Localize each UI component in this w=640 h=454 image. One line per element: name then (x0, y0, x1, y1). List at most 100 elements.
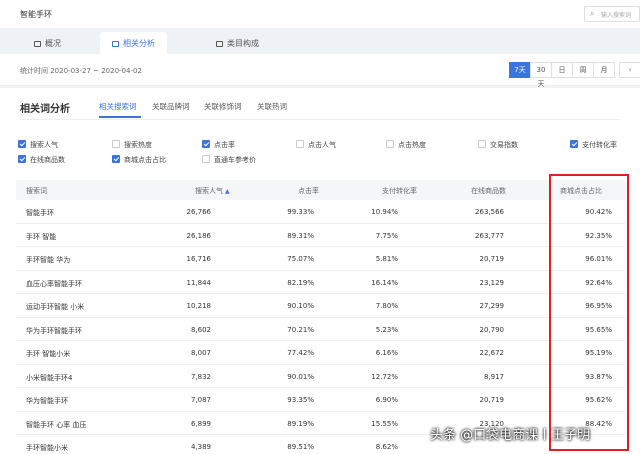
subtab-related-search[interactable]: 相关搜索词 (99, 101, 137, 112)
cell-ctr: 99.33% (287, 208, 314, 216)
cell-keyword[interactable]: 华为手环智能手环 (26, 326, 82, 336)
table-row[interactable]: 华为手环智能手环 8,602 70.21% 5.23% 20,790 95.65% (16, 318, 626, 341)
related-words-card: 相关词分析 相关搜索词 关联品牌词 关联修饰词 关联热词 搜索人气 搜索热度 点… (0, 88, 640, 454)
cell-ctr: 77.42% (287, 349, 314, 357)
subtab-hot[interactable]: 关联热词 (257, 101, 287, 112)
checkbox-checked-icon[interactable] (202, 140, 210, 148)
cell-pay-conversion: 12.72% (371, 372, 398, 381)
tab-overview[interactable]: 概况 (22, 32, 73, 54)
cell-ctr: 89.51% (287, 443, 314, 451)
cell-search-popularity: 16,716 (186, 255, 212, 263)
cell-keyword[interactable]: 手环智能 华为 (26, 255, 70, 265)
cell-keyword[interactable]: 手环 智能 (26, 232, 56, 242)
table-row[interactable]: 手环智能 华为 16,716 75.07% 5.81% 20,719 96.01% (16, 247, 626, 271)
cell-keyword[interactable]: 华为智能手环 (26, 396, 68, 406)
cell-keyword[interactable]: 小米智能手环4 (26, 373, 72, 383)
checkbox-checked-icon[interactable] (570, 140, 578, 148)
option-ctr[interactable]: 点击率 (202, 140, 235, 150)
option-online-items[interactable]: 在线商品数 (18, 155, 65, 165)
table-row[interactable]: 智能手环 26,766 99.33% 10.94% 263,566 90.42% (16, 200, 626, 224)
tab-icon (216, 41, 223, 47)
divider (20, 119, 620, 120)
option-search-heat[interactable]: 搜索热度 (112, 140, 152, 150)
checkbox-icon[interactable] (296, 140, 304, 148)
table-row[interactable]: 手环 智能 26,186 89.31% 7.75% 263,777 92.35% (16, 224, 626, 247)
col-search-popularity[interactable]: 搜索人气 ▲ (195, 186, 230, 196)
table-row[interactable]: 血压心率智能手环 11,844 82.19% 16.14% 23,129 92.64% (16, 271, 626, 294)
tab-icon (34, 41, 41, 47)
checkbox-icon[interactable] (112, 140, 120, 148)
tab-related-analysis[interactable]: 相关分析 (100, 32, 167, 54)
checkbox-icon[interactable] (478, 140, 486, 148)
main-tabs: 概况 相关分析 类目构成 (0, 28, 640, 54)
option-ztc-price[interactable]: 直通车参考价 (202, 155, 256, 165)
col-ctr[interactable]: 点击率 (298, 186, 319, 196)
search-icon: ⌕ (590, 9, 595, 18)
cell-search-popularity: 7,832 (190, 372, 211, 381)
cell-pay-conversion: 5.23% (375, 325, 398, 334)
tab-icon (112, 41, 119, 47)
checkbox-checked-icon[interactable] (18, 155, 26, 163)
checkbox-checked-icon[interactable] (18, 140, 26, 148)
checkbox-checked-icon[interactable] (112, 155, 120, 163)
option-trade-index[interactable]: 交易指数 (478, 140, 518, 150)
checkbox-icon[interactable] (386, 140, 394, 148)
cell-search-popularity: 10,218 (186, 302, 212, 310)
sort-icon[interactable]: ▲ (225, 188, 230, 195)
table-row[interactable]: 手环 智能小米 8,007 77.42% 6.16% 22,672 95.19% (16, 341, 626, 365)
highlight-box (549, 174, 629, 451)
cell-keyword[interactable]: 血压心率智能手环 (26, 279, 82, 289)
table-row[interactable]: 小米智能手环4 7,832 90.01% 12.72% 8,917 93.87% (16, 365, 626, 388)
cell-pay-conversion: 5.81% (375, 255, 398, 263)
top-bar: 智能手环 ⌕ 输入搜索词 (0, 0, 640, 28)
subtab-brand[interactable]: 关联品牌词 (152, 101, 190, 112)
cell-pay-conversion: 10.94% (371, 208, 398, 216)
cell-ctr: 82.19% (287, 278, 314, 287)
option-mall-click-share[interactable]: 商城点击占比 (112, 155, 166, 165)
cell-ctr: 90.01% (287, 372, 314, 381)
cell-online-items: 20,790 (479, 325, 505, 334)
cell-search-popularity: 7,087 (190, 396, 211, 404)
cell-search-popularity: 8,007 (190, 349, 211, 357)
cell-online-items: 263,777 (475, 231, 504, 240)
period-month[interactable]: 月 (593, 62, 615, 78)
cell-keyword[interactable]: 运动手环智能 小米 (26, 302, 84, 312)
cell-keyword[interactable]: 智能手环 (26, 208, 54, 218)
table-row[interactable]: 运动手环智能 小米 10,218 90.10% 7.80% 27,299 96.95% (16, 294, 626, 318)
search-box[interactable]: ⌕ 输入搜索词 (584, 6, 640, 22)
option-search-popularity[interactable]: 搜索人气 (18, 140, 58, 150)
cell-keyword[interactable]: 手环智能小米 (26, 443, 68, 453)
watermark: 头条 @口袋电商课丨王子明 (430, 428, 591, 443)
cell-online-items: 22,672 (479, 349, 505, 357)
chevron-right-icon[interactable]: › (619, 62, 640, 78)
cell-ctr: 89.31% (287, 231, 314, 240)
table-header: 搜索词 搜索人气 ▲ 点击率 支付转化率 在线商品数 商城点击占比 (16, 180, 626, 200)
period-week[interactable]: 周 (572, 62, 594, 78)
period-day[interactable]: 日 (551, 62, 573, 78)
subtab-modifier[interactable]: 关联修饰词 (204, 101, 242, 112)
cell-ctr: 70.21% (287, 325, 314, 334)
cell-pay-conversion: 15.55% (371, 419, 398, 428)
col-online-items[interactable]: 在线商品数 (471, 186, 506, 196)
option-click-heat[interactable]: 点击热度 (386, 140, 426, 150)
section-title: 相关词分析 (20, 104, 70, 115)
cell-online-items: 23,129 (479, 278, 505, 287)
period-30d[interactable]: 30天 (530, 62, 552, 88)
cell-online-items: 20,719 (479, 396, 505, 404)
col-pay-conversion[interactable]: 支付转化率 (382, 186, 417, 196)
table-row[interactable]: 华为智能手环 7,087 93.35% 6.90% 20,719 95.62% (16, 388, 626, 412)
cell-ctr: 89.19% (287, 419, 314, 428)
tab-category[interactable]: 类目构成 (204, 32, 271, 54)
cell-search-popularity: 26,186 (186, 231, 212, 240)
date-range: 统计时间 2020-03-27 ~ 2020-04-02 (20, 67, 142, 75)
checkbox-icon[interactable] (202, 155, 210, 163)
cell-keyword[interactable]: 手环 智能小米 (26, 349, 70, 359)
option-pay-conversion[interactable]: 支付转化率 (570, 140, 617, 150)
cell-pay-conversion: 8.62% (375, 443, 398, 451)
search-input[interactable]: 输入搜索词 (601, 10, 639, 19)
period-7d[interactable]: 7天 (509, 62, 531, 78)
option-click-popularity[interactable]: 点击人气 (296, 140, 336, 150)
cell-keyword[interactable]: 智能手环 心率 血压 (26, 420, 86, 430)
cell-search-popularity: 6,899 (190, 419, 211, 428)
col-keyword[interactable]: 搜索词 (26, 186, 47, 196)
